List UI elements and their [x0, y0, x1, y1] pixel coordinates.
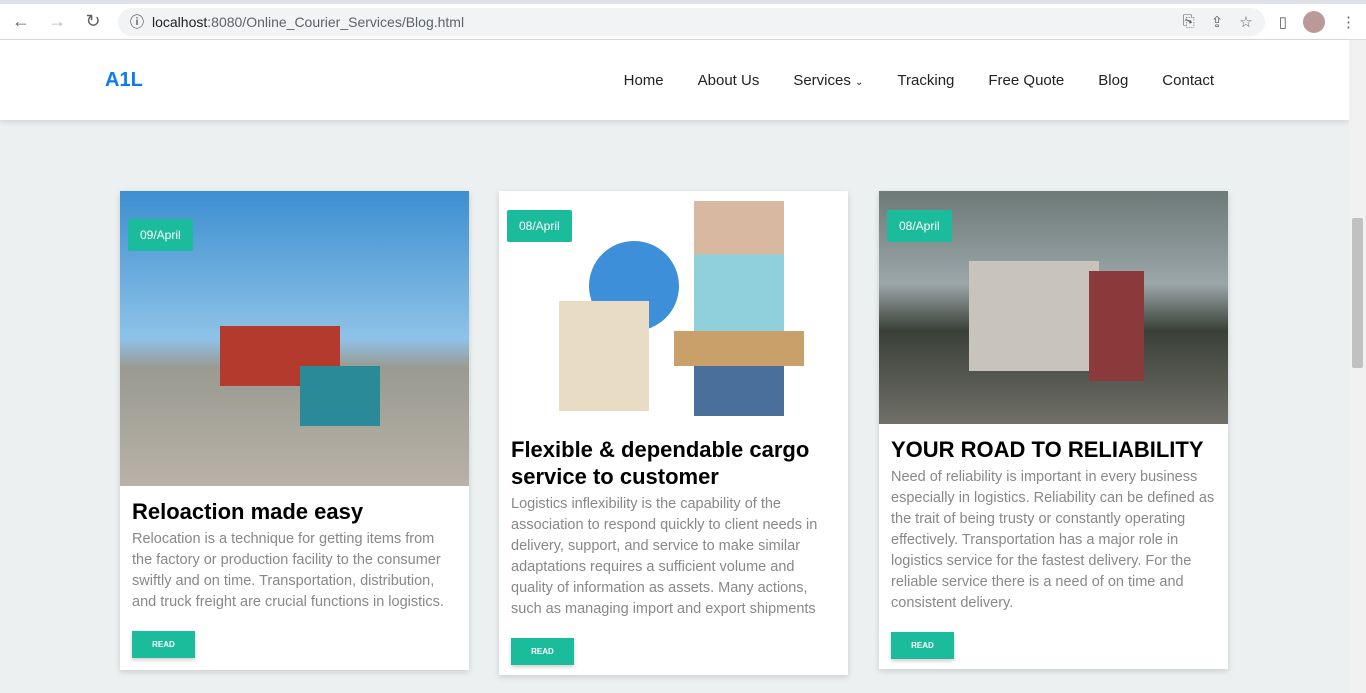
back-icon[interactable]: ←	[10, 11, 32, 32]
nav-services[interactable]: Services ⌄	[793, 72, 863, 89]
nav-blog[interactable]: Blog	[1098, 72, 1128, 89]
reload-icon[interactable]: ↻	[82, 11, 104, 32]
nav-tracking[interactable]: Tracking	[897, 72, 954, 89]
nav-about[interactable]: About Us	[698, 72, 760, 89]
post-excerpt: Need of reliability is important in ever…	[891, 469, 1215, 611]
post-excerpt: Relocation is a technique for getting it…	[132, 531, 444, 610]
read-button[interactable]: READ	[132, 631, 195, 658]
blog-card: 08/April Flexible & dependable cargo ser…	[499, 191, 848, 675]
avatar[interactable]	[1303, 10, 1325, 33]
post-title[interactable]: Reloaction made easy	[132, 498, 457, 525]
site-header: A1L Home About Us Services ⌄ Tracking Fr…	[0, 40, 1349, 120]
chevron-down-icon: ⌄	[855, 76, 864, 88]
star-icon[interactable]: ☆	[1239, 13, 1252, 31]
menu-icon[interactable]: ⋮	[1341, 13, 1356, 31]
scrollbar[interactable]	[1349, 40, 1366, 693]
post-title[interactable]: YOUR ROAD TO RELIABILITY	[891, 436, 1216, 463]
blog-card: 08/April YOUR ROAD TO RELIABILITY Need o…	[879, 191, 1228, 669]
scrollbar-thumb[interactable]	[1352, 218, 1363, 368]
browser-toolbar: ← → ↻ ⓘ localhost:8080/Online_Courier_Se…	[0, 0, 1366, 40]
post-image: 09/April	[120, 191, 469, 486]
logo[interactable]: A1L	[105, 69, 143, 92]
address-bar[interactable]: ⓘ localhost:8080/Online_Courier_Services…	[118, 7, 1265, 36]
nav-home[interactable]: Home	[624, 72, 664, 89]
nav-free-quote[interactable]: Free Quote	[988, 72, 1064, 89]
share-icon[interactable]: ⇪	[1211, 13, 1224, 31]
info-icon[interactable]: ⓘ	[130, 12, 144, 32]
post-image: 08/April	[499, 191, 848, 424]
read-button[interactable]: READ	[891, 632, 954, 659]
date-badge: 08/April	[507, 210, 572, 242]
url-host: localhost	[152, 13, 208, 30]
date-badge: 09/April	[128, 219, 193, 251]
forward-icon[interactable]: →	[46, 11, 68, 32]
read-button[interactable]: READ	[511, 638, 574, 665]
date-badge: 08/April	[887, 210, 952, 242]
url-path: :8080/Online_Courier_Services/Blog.html	[207, 13, 465, 30]
nav-contact[interactable]: Contact	[1162, 72, 1214, 89]
translate-icon[interactable]: ⎘	[1183, 13, 1195, 30]
main-menu: Home About Us Services ⌄ Tracking Free Q…	[624, 72, 1214, 89]
post-image: 08/April	[879, 191, 1228, 424]
post-excerpt: Logistics inflexibility is the capabilit…	[511, 496, 818, 617]
sidepanel-icon[interactable]: ▯	[1279, 13, 1287, 31]
nav-services-label: Services	[793, 71, 851, 89]
post-title[interactable]: Flexible & dependable cargo service to c…	[511, 436, 836, 490]
blog-card: 09/April Reloaction made easy Relocation…	[120, 191, 469, 670]
